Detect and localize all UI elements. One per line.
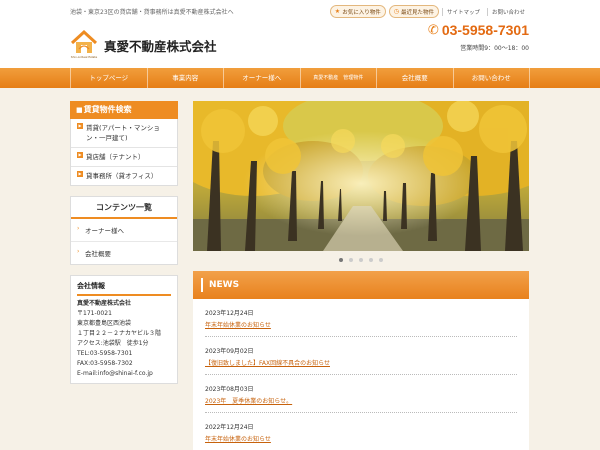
company-info-email[interactable]: E-mail:info@shinai-f.co.jp [77, 369, 171, 379]
phone-number[interactable]: ✆ 03-5958-7301 [428, 22, 529, 38]
company-info-postal: 〒171-0021 [77, 310, 112, 317]
search-item-label: 貸店舗（テナント） [86, 153, 145, 161]
chevron-right-icon: › [77, 248, 80, 255]
global-nav: トップページ 事業内容 オーナー様へ 真愛不動産 管理物件 会社概要 お問い合わ… [0, 68, 600, 88]
search-item-store[interactable]: ▶ 貸店舗（テナント） [71, 148, 177, 167]
logo-subtext: Shin-Ai Real Estate [71, 55, 98, 59]
nav-item-owners[interactable]: オーナー様へ [224, 68, 301, 88]
company-info-address1: 東京都豊島区西池袋 [77, 320, 132, 327]
news-date: 2023年08月03日 [205, 386, 254, 393]
rental-search-list: ▶ 賃貸(アパート・マンション・一戸建て) ▶ 貸店舗（テナント） ▶ 貸事務所… [70, 119, 178, 186]
search-item-residential[interactable]: ▶ 賃貸(アパート・マンション・一戸建て) [71, 119, 177, 148]
chevron-right-icon: › [77, 225, 80, 232]
slider-dot[interactable] [349, 258, 353, 262]
nav-item-company[interactable]: 会社概要 [377, 68, 454, 88]
nav-item-top[interactable]: トップページ [70, 68, 148, 88]
recent-label: 最近見た物件 [400, 9, 434, 16]
arrow-right-icon: ▶ [77, 123, 83, 129]
slider-pagination [193, 258, 529, 262]
favorites-button[interactable]: ★ お気に入り物件 [329, 5, 386, 18]
phone-icon: ✆ [427, 22, 439, 38]
company-logo[interactable]: Shin-Ai Real Estate [69, 29, 99, 59]
nav-item-managed-properties[interactable]: 真愛不動産 管理物件 [301, 68, 377, 88]
news-link[interactable]: 2023年 夏季休業のお知らせ。 [205, 396, 517, 405]
hero-slider-image[interactable] [193, 101, 529, 251]
news-date: 2022年12月24日 [205, 424, 254, 431]
news-item: 2023年09月02日 【復旧致しました】FAX回線不具合のお知らせ [205, 337, 517, 375]
news-item: 2023年12月24日 年末年始休業のお知らせ [205, 299, 517, 337]
news-section: NEWS 2023年12月24日 年末年始休業のお知らせ 2023年09月02日… [193, 271, 529, 450]
rental-search-title: 賃貸物件検索 [83, 105, 132, 114]
slider-dot[interactable] [379, 258, 383, 262]
site-tagline: 池袋・東京23区の貸店舗・貸事務所は真愛不動産株式会社へ [70, 9, 234, 16]
nav-item-business[interactable]: 事業内容 [148, 68, 224, 88]
contact-link[interactable]: お問い合わせ [486, 7, 529, 16]
news-item: 2023年08月03日 2023年 夏季休業のお知らせ。 [205, 375, 517, 413]
contents-item-company[interactable]: › 会社概要 [71, 242, 177, 264]
contents-box: コンテンツ一覧 › オーナー様へ › 会社概要 [70, 196, 178, 265]
company-info-title: 会社情報 [77, 281, 171, 296]
contents-item-owners[interactable]: › オーナー様へ [71, 219, 177, 242]
news-item: 2022年12月24日 年末年始休業のお知らせ [205, 413, 517, 450]
search-item-office[interactable]: ▶ 貸事務所（貸オフィス） [71, 167, 177, 185]
news-link[interactable]: 年末年始休業のお知らせ [205, 434, 517, 443]
nav-item-contact[interactable]: お問い合わせ [454, 68, 530, 88]
news-title: NEWS [193, 271, 529, 299]
rental-search-header: ■賃貸物件検索 [70, 101, 178, 119]
clock-icon: ◷ [393, 8, 399, 15]
slider-dot[interactable] [359, 258, 363, 262]
news-date: 2023年09月02日 [205, 348, 254, 355]
company-name[interactable]: 真愛不動産株式会社 [104, 36, 217, 55]
search-item-label: 貸事務所（貸オフィス） [86, 172, 158, 180]
site-header: 池袋・東京23区の貸店舗・貸事務所は真愛不動産株式会社へ ★ お気に入り物件 ◷… [0, 0, 600, 68]
slider-dot[interactable] [339, 258, 343, 262]
news-link[interactable]: 年末年始休業のお知らせ [205, 320, 517, 329]
sitemap-link[interactable]: サイトマップ [441, 7, 484, 16]
company-info-tel: TEL:03-5958-7301 [77, 350, 133, 357]
contents-item-label: 会社概要 [85, 250, 111, 258]
search-item-label: 賃貸(アパート・マンション・一戸建て) [86, 124, 160, 142]
slider-dot[interactable] [369, 258, 373, 262]
company-info-fax: FAX:03-5958-7302 [77, 360, 133, 367]
phone-number-text: 03-5958-7301 [441, 22, 529, 38]
company-info-name: 真愛不動産株式会社 [77, 300, 132, 307]
favorites-label: お気に入り物件 [342, 9, 381, 16]
news-link[interactable]: 【復旧致しました】FAX回線不具合のお知らせ [205, 358, 517, 367]
company-info-address2: １丁目２２－２ナカヤビル３階 [77, 330, 162, 337]
contents-title: コンテンツ一覧 [71, 197, 177, 219]
contents-item-label: オーナー様へ [85, 227, 124, 235]
business-hours: 営業時間9：00～18：00 [460, 45, 529, 52]
company-info-access: アクセス:池袋駅 徒歩1分 [77, 340, 149, 347]
sidebar: ■賃貸物件検索 ▶ 賃貸(アパート・マンション・一戸建て) ▶ 貸店舗（テナント… [70, 101, 178, 384]
star-icon: ★ [334, 8, 341, 15]
ginkgo-avenue-photo [193, 101, 529, 251]
header-utility-links: ★ お気に入り物件 ◷ 最近見た物件 サイトマップ お問い合わせ [329, 5, 529, 18]
arrow-right-icon: ▶ [77, 152, 83, 158]
bullet-icon: ■ [76, 106, 83, 114]
news-date: 2023年12月24日 [205, 310, 254, 317]
arrow-right-icon: ▶ [77, 171, 83, 177]
company-info-box: 会社情報 真愛不動産株式会社 〒171-0021 東京都豊島区西池袋 １丁目２２… [70, 275, 178, 384]
recent-viewed-button[interactable]: ◷ 最近見た物件 [388, 5, 439, 18]
